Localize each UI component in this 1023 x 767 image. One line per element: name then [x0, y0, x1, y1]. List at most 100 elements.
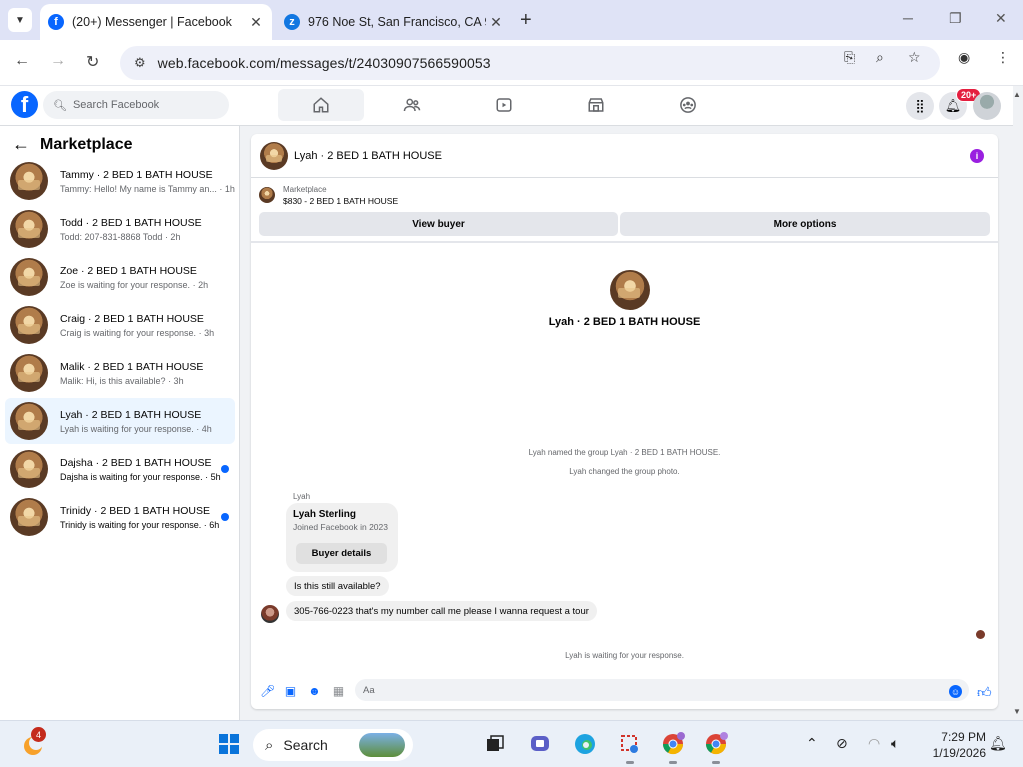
chrome-profile-a-icon[interactable] [660, 731, 686, 757]
nav-groups[interactable] [645, 89, 731, 121]
emoji-icon[interactable]: ☺ [949, 685, 962, 698]
account-avatar[interactable] [973, 92, 1001, 120]
teams-chat-icon[interactable] [527, 731, 553, 757]
start-button-icon[interactable] [216, 731, 242, 757]
listing-thumbnail [10, 450, 48, 488]
install-app-icon[interactable]: ⎘ [844, 49, 855, 66]
conversation-time: · 2h [192, 279, 209, 290]
back-icon[interactable]: ← [14, 52, 30, 70]
location-off-icon[interactable]: ⊘ [836, 735, 848, 752]
taskbar-clock[interactable]: 7:29 PM 1/19/2026 [922, 729, 986, 761]
facebook-header: f 🔍︎ Search Facebook ⣿ 🔔︎ 20+ [0, 86, 1013, 126]
conversation-name: Todd · 2 BED 1 BATH HOUSE [60, 216, 202, 229]
running-indicator [626, 761, 634, 764]
buyer-details-button[interactable]: Buyer details [296, 543, 387, 564]
view-buyer-button[interactable]: View buyer [259, 212, 618, 236]
forward-icon[interactable]: → [50, 52, 66, 70]
scroll-up-arrow-icon[interactable]: ▲ [1013, 90, 1021, 99]
nav-marketplace[interactable] [553, 89, 639, 121]
conversation-time: · 3h [168, 375, 184, 386]
listing-thumbnail[interactable] [259, 187, 275, 203]
scroll-down-arrow-icon[interactable]: ▼ [1013, 707, 1021, 716]
conversation-row-selected[interactable]: Lyah · 2 BED 1 BATH HOUSE Lyah is waitin… [5, 398, 235, 444]
message-composer: 🎤︎ ▣ ☻ ▦ Aa ☺ 👍︎ [251, 678, 998, 706]
restore-icon[interactable]: ❐ [949, 10, 962, 27]
wifi-icon[interactable]: ◠ [868, 735, 880, 752]
conversation-snippet: Dajsha is waiting for your response. [60, 471, 203, 482]
close-tab-icon[interactable]: ✕ [486, 14, 506, 31]
sidebar-header: ← Marketplace [12, 134, 133, 155]
tab-search-button[interactable]: ▼ [8, 8, 32, 32]
facebook-search-input[interactable]: 🔍︎ Search Facebook [43, 91, 229, 119]
chrome-profile-b-icon[interactable] [703, 731, 729, 757]
marketplace-listing-bar: Marketplace $830 - 2 BED 1 BATH HOUSE Vi… [251, 179, 998, 243]
microphone-icon[interactable]: 🎤︎ [260, 685, 275, 698]
sticker-icon[interactable]: ☻ [308, 685, 321, 698]
listing-thumbnail [10, 498, 48, 536]
minimize-icon[interactable]: ─ [903, 10, 913, 26]
more-options-button[interactable]: More options [620, 212, 990, 236]
facebook-logo-icon[interactable]: f [11, 91, 38, 118]
friends-icon [403, 98, 421, 112]
group-name: Lyah · 2 BED 1 BATH HOUSE [548, 316, 701, 328]
tab-title: (20+) Messenger | Facebook [72, 15, 232, 29]
bookmark-star-icon[interactable]: ☆ [908, 49, 921, 66]
tab-messenger[interactable]: f (20+) Messenger | Facebook ✕ [40, 4, 272, 40]
address-bar[interactable]: ⚙ web.facebook.com/messages/t/2403090756… [120, 46, 940, 80]
close-tab-icon[interactable]: ✕ [246, 14, 266, 31]
search-icon: 🔍︎ [53, 99, 67, 112]
sender-avatar[interactable] [261, 605, 279, 623]
conversation-row[interactable]: Trinidy · 2 BED 1 BATH HOUSE Trinidy is … [5, 494, 235, 540]
chat-avatar[interactable] [260, 141, 288, 170]
site-info-icon[interactable]: ⚙ [134, 55, 146, 71]
conversation-snippet: Craig is waiting for your response. [60, 327, 197, 338]
edge-browser-icon[interactable] [572, 731, 598, 757]
message-input[interactable]: Aa [355, 679, 969, 701]
chat-title[interactable]: Lyah · 2 BED 1 BATH HOUSE [294, 150, 442, 162]
snipping-tool-icon[interactable] [617, 731, 643, 757]
gif-icon[interactable]: ▦ [332, 685, 345, 698]
nav-home[interactable] [278, 89, 364, 121]
info-icon[interactable]: i [970, 149, 984, 163]
message-bubble[interactable]: Is this still available? [286, 576, 389, 596]
conversation-row[interactable]: Tammy · 2 BED 1 BATH HOUSE Tammy: Hello!… [5, 158, 235, 204]
thumbs-up-icon[interactable]: 👍︎ [977, 684, 992, 701]
message-placeholder: Aa [363, 684, 375, 696]
listing-thumbnail [10, 162, 48, 200]
conversation-name: Trinidy · 2 BED 1 BATH HOUSE [60, 504, 210, 517]
url-text: web.facebook.com/messages/t/240309075665… [157, 55, 491, 71]
chat-panel: Lyah · 2 BED 1 BATH HOUSE i Marketplace … [251, 134, 998, 709]
reload-icon[interactable]: ↻ [86, 52, 99, 72]
nav-friends[interactable] [369, 89, 455, 121]
listing-title[interactable]: $830 - 2 BED 1 BATH HOUSE [283, 196, 398, 206]
nav-video[interactable] [461, 89, 547, 121]
clock-date: 1/19/2026 [932, 746, 986, 760]
kebab-menu-icon[interactable]: ⋮ [996, 49, 1010, 66]
show-hidden-icons-icon[interactable]: ⌃ [806, 735, 818, 752]
new-tab-button[interactable]: + [520, 10, 532, 30]
tab-zillow[interactable]: z 976 Noe St, San Francisco, CA 9 ✕ [276, 4, 512, 40]
photo-icon[interactable]: ▣ [284, 685, 297, 698]
zoom-icon[interactable]: ⌕ [876, 49, 884, 66]
task-view-icon[interactable] [482, 731, 508, 757]
volume-icon[interactable]: 🔈︎ [891, 735, 899, 752]
message-bubble[interactable]: 305-766-0223 that's my number call me pl… [286, 601, 597, 621]
notification-bell-icon[interactable]: 🔔︎ [989, 735, 1007, 752]
close-window-icon[interactable]: ✕ [995, 10, 1007, 27]
back-arrow-icon[interactable]: ← [12, 134, 30, 155]
sidebar-title: Marketplace [40, 135, 133, 153]
conversation-row[interactable]: Malik · 2 BED 1 BATH HOUSE Malik: Hi, is… [5, 350, 235, 396]
taskbar-search-box[interactable]: ⌕ Search [253, 729, 413, 761]
conversation-row[interactable]: Dajsha · 2 BED 1 BATH HOUSE Dajsha is wa… [5, 446, 235, 492]
conversation-row[interactable]: Craig · 2 BED 1 BATH HOUSE Craig is wait… [5, 302, 235, 348]
conversation-row[interactable]: Todd · 2 BED 1 BATH HOUSE Todd: 207-831-… [5, 206, 235, 252]
profile-icon[interactable]: ◉ [958, 49, 970, 66]
conversation-name: Craig · 2 BED 1 BATH HOUSE [60, 312, 204, 325]
conversation-time: · 5h [205, 471, 221, 482]
waiting-status: Lyah is waiting for your response. [565, 651, 684, 660]
conversation-row[interactable]: Zoe · 2 BED 1 BATH HOUSE Zoe is waiting … [5, 254, 235, 300]
conversation-name: Zoe · 2 BED 1 BATH HOUSE [60, 264, 197, 277]
menu-grid-icon[interactable]: ⣿ [906, 92, 934, 120]
conversation-time: · 4h [196, 423, 212, 434]
zillow-favicon-icon: z [284, 14, 300, 30]
